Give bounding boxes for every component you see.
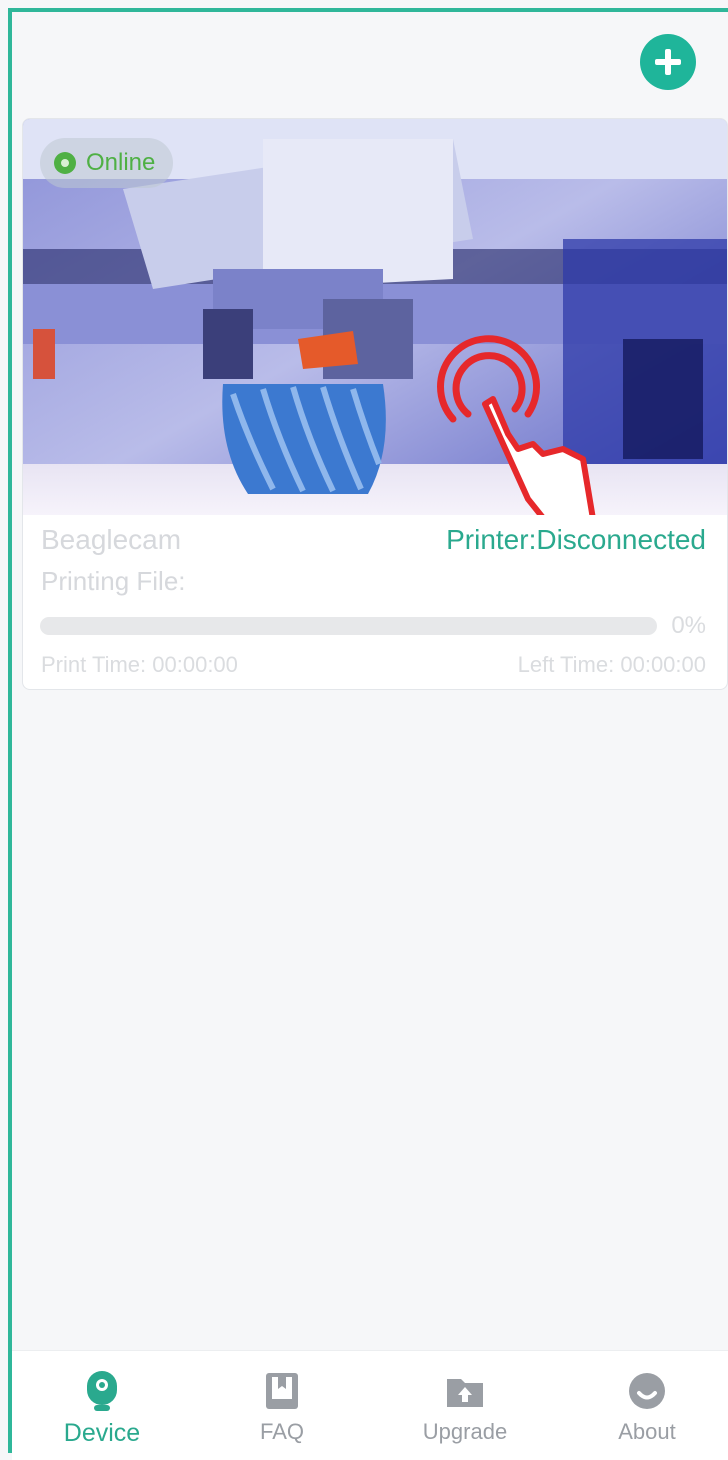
online-status-badge: Online: [40, 138, 174, 188]
add-device-button[interactable]: [640, 34, 696, 90]
camera-name: Beaglecam: [41, 524, 182, 555]
tab-faq[interactable]: FAQ: [197, 1351, 367, 1460]
tab-faq-label: FAQ: [259, 1419, 304, 1444]
plus-icon: [655, 49, 681, 75]
folder-upload-icon: [447, 1379, 483, 1407]
left-time-value: 00:00:00: [620, 652, 706, 677]
device-card[interactable]: [22, 118, 728, 690]
tab-device[interactable]: Device: [17, 1351, 187, 1460]
print-progress-percent: 0%: [671, 612, 706, 639]
print-time: Print Time: 00:00:00: [41, 652, 238, 678]
printing-file-label: Printing File:: [41, 566, 186, 596]
tab-about[interactable]: About: [562, 1351, 728, 1460]
print-progress-bar: [40, 617, 657, 635]
left-time-label: Left Time:: [517, 652, 615, 677]
print-time-label: Print Time:: [41, 652, 147, 677]
online-status-text: Online: [86, 149, 156, 176]
online-dot-icon: [54, 152, 76, 174]
printer-status: Printer:Disconnected: [446, 524, 706, 555]
left-time: Left Time: 00:00:00: [518, 652, 706, 678]
tab-upgrade-label: Upgrade: [422, 1419, 508, 1444]
tab-upgrade[interactable]: Upgrade: [380, 1351, 550, 1460]
tab-about-label: About: [618, 1419, 676, 1444]
print-time-value: 00:00:00: [152, 652, 238, 677]
book-icon: [266, 1373, 298, 1409]
smiley-icon: [629, 1373, 665, 1409]
bottom-tab-bar: Device FAQ Upgrade About: [12, 1350, 728, 1460]
tab-device-label: Device: [63, 1419, 141, 1447]
camera-icon: [87, 1371, 117, 1411]
